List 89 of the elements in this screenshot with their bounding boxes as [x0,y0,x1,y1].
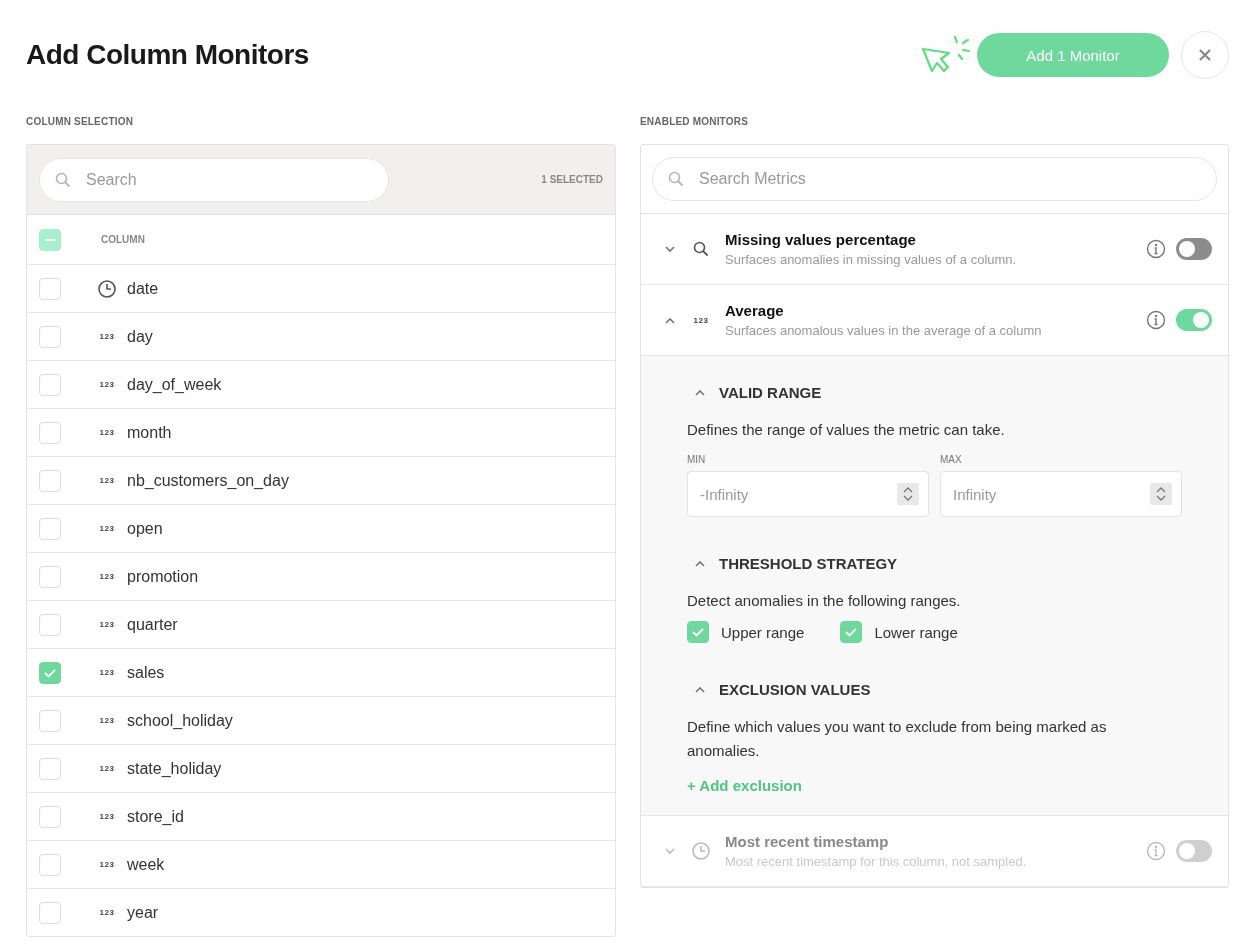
number-type-icon: 123 [99,476,115,485]
monitor-description: Surfaces anomalies in missing values of a column. [725,252,1018,267]
number-type-icon: 123 [99,668,115,677]
section-title: VALID RANGE [719,383,822,401]
checkbox[interactable] [39,469,61,492]
number-type-icon: 123 [99,524,115,533]
number-type-icon: 123 [99,764,115,773]
section-heading: COLUMN SELECTION [26,116,135,129]
section-description: Defines the range of values the metric can take. [687,420,1006,440]
search-icon [668,171,684,187]
number-type-icon: 123 [99,812,115,821]
chevron-icon[interactable] [665,316,675,324]
number-type-icon: 123 [99,380,115,389]
column-name: quarter [127,615,178,634]
monitor-name: Average [725,302,785,319]
add-monitor-button[interactable]: Add 1 Monitor [977,33,1169,77]
column-name: open [127,519,163,538]
checkbox-label: Lower range [874,623,958,641]
checkbox[interactable] [39,517,61,540]
checkbox[interactable] [39,613,61,636]
monitor-name: Missing values percentage [725,231,917,248]
chevron-icon[interactable] [695,388,705,396]
section-description: Detect anomalies in the following ranges. [687,591,962,611]
checkbox[interactable] [39,565,61,588]
column-name: promotion [127,567,199,586]
search-field[interactable]: Search Metrics [652,157,1217,201]
number-type-icon: 123 [99,332,115,341]
column-name: day_of_week [127,375,222,394]
close-button[interactable] [1181,31,1229,79]
page-title: Add Column Monitors [26,39,310,71]
number-type-icon: 123 [693,315,709,325]
column-name: sales [127,663,165,682]
number-field[interactable]: Infinity [940,471,1182,517]
selected-count: 1 SELECTED [541,174,603,185]
info-icon[interactable] [1146,239,1166,259]
column-name: state_holiday [127,759,222,778]
monitor-name: Most recent timestamp [725,833,890,850]
checkbox[interactable] [39,709,61,732]
number-type-icon: 123 [99,860,115,869]
column-name: store_id [127,807,184,826]
column-name: day [127,327,153,346]
info-icon[interactable] [1146,310,1166,330]
checkbox[interactable] [840,621,863,643]
number-type-icon: 123 [99,572,115,581]
checkbox[interactable] [39,757,61,780]
monitor-description: Surfaces anomalous values in the average of a column [725,323,1043,338]
search-icon [55,171,71,188]
column-name: year [127,903,159,922]
checkbox-label: Upper range [721,623,805,641]
section-title: EXCLUSION VALUES [719,680,871,698]
checkbox[interactable] [39,661,61,684]
search-field[interactable]: Search [39,157,389,202]
section-description: Define which values you want to exclude from being marked as anomalies. [687,717,1108,761]
stepper-icon[interactable] [1150,483,1172,505]
checkbox[interactable] [39,421,61,444]
toggle-switch[interactable] [1176,309,1212,331]
checkbox[interactable] [39,853,61,876]
search-icon [693,241,709,257]
stepper-icon[interactable] [897,483,919,505]
clock-icon [691,841,711,861]
number-type-icon: 123 [99,908,115,917]
column-name: date [127,279,159,298]
column-name: nb_customers_on_day [127,471,289,490]
column-name: month [127,423,172,442]
field-label: MIN [687,454,707,465]
checkbox[interactable] [39,373,61,396]
section-heading: ENABLED MONITORS [640,116,750,129]
column-header: COLUMN [101,234,145,245]
checkbox[interactable] [39,277,61,300]
column-name: school_holiday [127,711,233,730]
chevron-icon[interactable] [695,685,705,693]
chevron-icon[interactable] [665,245,675,253]
clock-icon [97,278,117,299]
checkbox[interactable] [39,325,61,348]
checkbox[interactable] [687,621,709,643]
field-label: MAX [940,454,963,465]
toggle-switch[interactable] [1176,238,1212,260]
number-field[interactable]: -Infinity [687,471,929,517]
number-type-icon: 123 [99,716,115,725]
section-title: THRESHOLD STRATEGY [719,554,898,572]
column-name: week [127,855,165,874]
number-type-icon: 123 [99,428,115,437]
chevron-icon[interactable] [695,559,705,567]
close-icon [1198,48,1212,62]
add-exclusion-link[interactable]: + Add exclusion [687,777,802,794]
select-all-checkbox[interactable] [39,228,61,251]
checkbox[interactable] [39,805,61,828]
number-type-icon: 123 [99,620,115,629]
checkbox[interactable] [39,901,61,924]
